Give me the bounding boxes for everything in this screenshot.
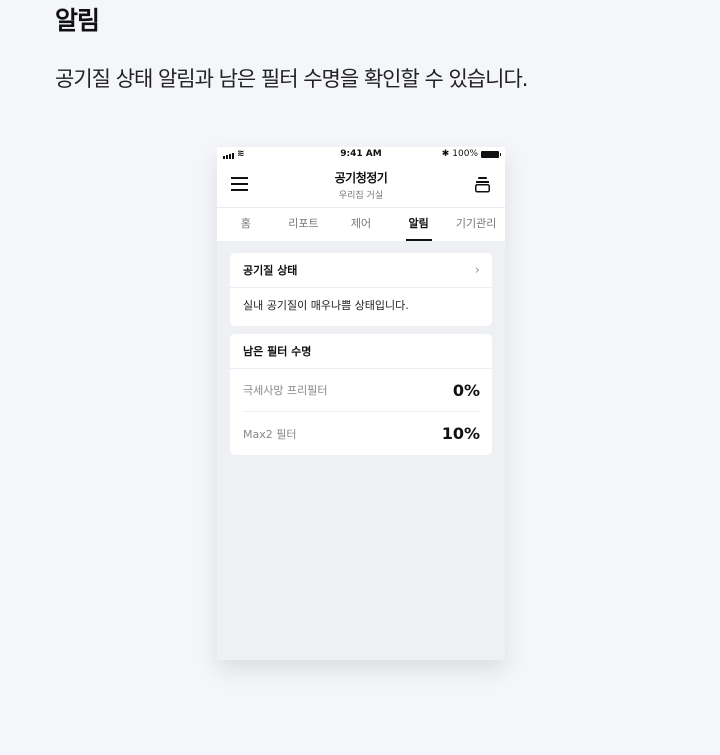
battery-percent: 100% — [452, 149, 478, 159]
status-bar: ≋ 9:41 AM ✱ 100% — [217, 147, 505, 163]
page-description: 공기질 상태 알림과 남은 필터 수명을 확인할 수 있습니다. — [55, 67, 528, 91]
phone-screen: ≋ 9:41 AM ✱ 100% 공기청정기 우리집 거실 홈 리포트 제어 알… — [217, 147, 505, 660]
app-subtitle: 우리집 거실 — [338, 191, 384, 201]
filter-life-card: 남은 필터 수명 극세사망 프리필터 0% Max2 필터 10% — [230, 334, 492, 455]
air-quality-message: 실내 공기질이 매우나쁨 상태입니다. — [243, 299, 409, 312]
tab-home[interactable]: 홈 — [217, 208, 275, 241]
air-quality-title: 공기질 상태 — [243, 264, 298, 277]
tab-control[interactable]: 제어 — [332, 208, 390, 241]
app-title: 공기청정기 — [334, 171, 388, 185]
filter-row: 극세사망 프리필터 0% — [243, 369, 480, 412]
tab-alerts[interactable]: 알림 — [390, 208, 448, 241]
filter-value: 0% — [452, 380, 480, 400]
filter-label: 극세사망 프리필터 — [243, 384, 328, 397]
tab-bar: 홈 리포트 제어 알림 기기관리 — [217, 207, 505, 241]
filter-label: Max2 필터 — [243, 427, 297, 441]
air-quality-card[interactable]: 공기질 상태 › 실내 공기질이 매우나쁨 상태입니다. — [230, 253, 492, 326]
device-icon[interactable] — [474, 176, 491, 193]
filter-value: 10% — [441, 424, 480, 443]
bluetooth-icon: ✱ — [441, 149, 450, 159]
filter-life-title: 남은 필터 수명 — [230, 334, 492, 369]
chevron-right-icon[interactable]: › — [475, 253, 480, 288]
filter-row: Max2 필터 10% — [243, 412, 480, 455]
battery-icon — [481, 150, 501, 158]
tab-device-management[interactable]: 기기관리 — [447, 208, 505, 241]
tab-report[interactable]: 리포트 — [275, 208, 333, 241]
page-heading: 알림 — [55, 6, 100, 35]
app-bar: 공기청정기 우리집 거실 — [217, 163, 505, 207]
